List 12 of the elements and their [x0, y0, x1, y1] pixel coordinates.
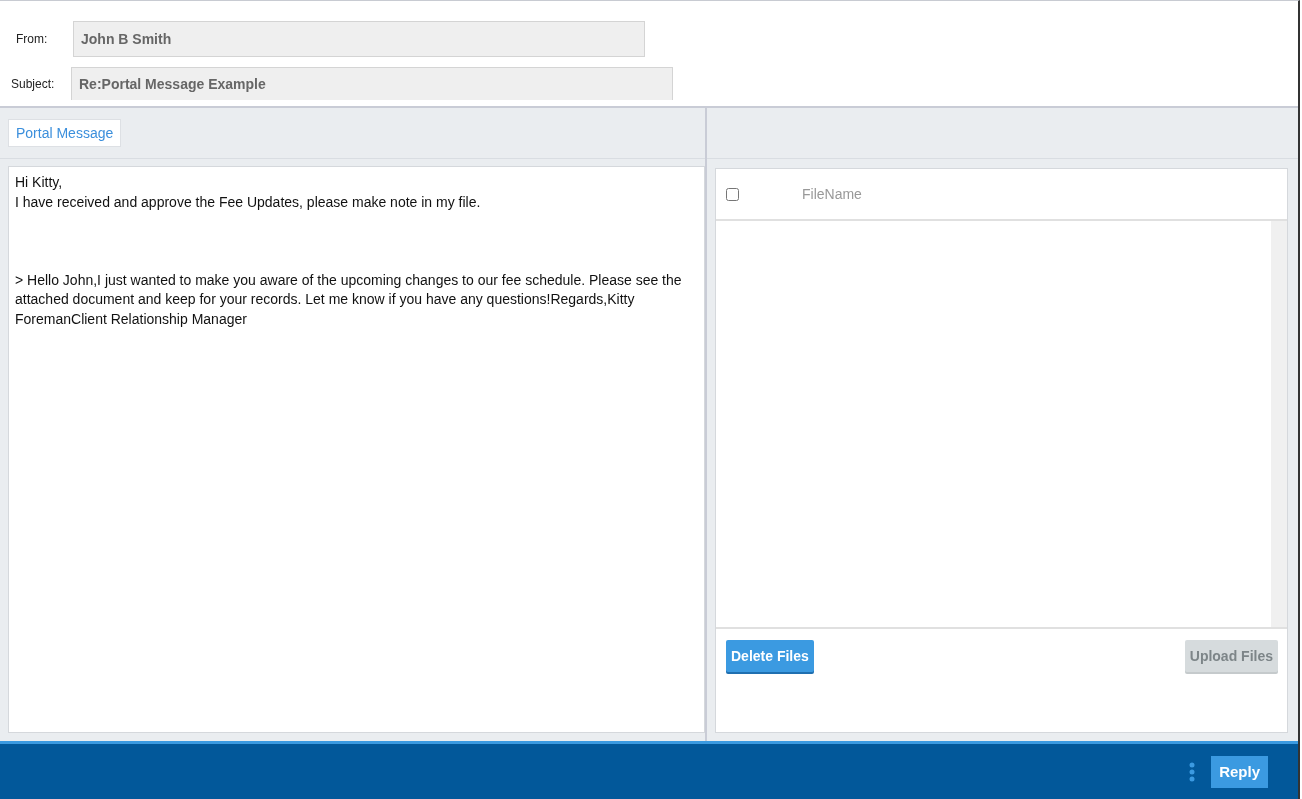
column-header: FileName — [802, 186, 862, 202]
field-label: Subject: — [10, 76, 56, 91]
message-body: Hi Kitty, I have received and approve the Fee Updates, please make note in my file. > Hello John,I just wanted to make you aware of the upcoming changes to our fee schedule. Please see the attached document and keep for your records. Let me know if you have any questions!Regards,Kitty ForemanClient Relationship Manager — [8, 166, 705, 733]
scrollbar[interactable] — [1271, 221, 1287, 627]
reply-button[interactable]: Reply — [1211, 755, 1268, 788]
field-label: From: — [15, 32, 49, 46]
tab[interactable]: Portal Message — [8, 119, 122, 147]
input-field[interactable]: Re:Portal Message Example — [71, 67, 673, 100]
delete-button[interactable]: Delete Files — [726, 640, 814, 672]
more-icon[interactable] — [1189, 761, 1196, 782]
select-all-checkbox[interactable] — [726, 187, 739, 201]
input-field[interactable]: John B Smith — [73, 21, 645, 57]
